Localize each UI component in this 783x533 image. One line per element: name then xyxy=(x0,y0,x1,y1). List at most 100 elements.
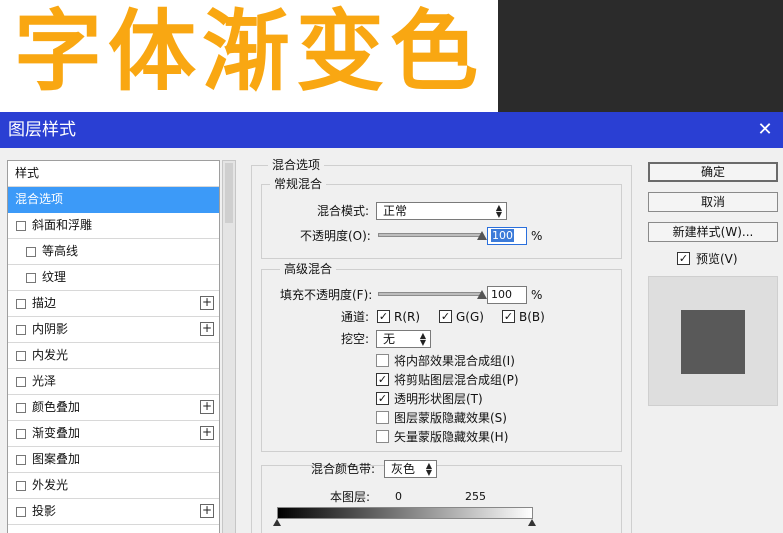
style-list-item[interactable]: 投影 + xyxy=(8,499,219,525)
advanced-option-label: 矢量蒙版隐藏效果(H) xyxy=(394,430,509,444)
preview-label: 预览(V) xyxy=(696,252,738,266)
style-list-checkbox[interactable] xyxy=(16,403,26,413)
add-effect-icon[interactable]: + xyxy=(200,296,214,310)
general-blending-label: 常规混合 xyxy=(270,176,327,192)
style-list-item[interactable]: 样式 xyxy=(8,161,219,187)
fill-opacity-input[interactable]: 100 xyxy=(487,286,527,304)
channel-g-label: G(G) xyxy=(456,310,484,324)
dialog-titlebar[interactable]: 图层样式 ✕ xyxy=(0,112,783,148)
advanced-option-label: 图层蒙版隐藏效果(S) xyxy=(394,411,507,425)
fill-opacity-value: 100 xyxy=(491,288,512,301)
advanced-option-label: 透明形状图层(T) xyxy=(394,392,483,406)
this-layer-gradient-bar xyxy=(277,507,533,519)
add-effect-icon[interactable]: + xyxy=(200,400,214,414)
style-list-checkbox[interactable] xyxy=(16,351,26,361)
style-list-label: 纹理 xyxy=(42,270,67,284)
preview-swatch xyxy=(681,310,745,374)
style-list-item[interactable]: 图案叠加 xyxy=(8,447,219,473)
channels-label: 通道: xyxy=(341,310,370,324)
white-point-slider[interactable] xyxy=(528,519,536,526)
advanced-option-label: 将剪贴图层混合成组(P) xyxy=(394,373,519,387)
style-list-label: 投影 xyxy=(32,504,57,518)
style-list-label: 斜面和浮雕 xyxy=(32,218,93,232)
style-list-item[interactable]: 颜色叠加 + xyxy=(8,395,219,421)
style-list: 样式混合选项斜面和浮雕等高线纹理描边 + 内阴影 + 内发光光泽颜色叠加 + 渐变叠加 + 图案… xyxy=(7,160,220,533)
style-list-label: 等高线 xyxy=(42,244,79,258)
advanced-option-checkbox[interactable] xyxy=(376,411,389,424)
advanced-blending-label: 高级混合 xyxy=(280,261,337,277)
style-list-item[interactable]: 斜面和浮雕 xyxy=(8,213,219,239)
advanced-option-checkbox[interactable]: ✓ xyxy=(376,373,389,386)
select-arrows-icon: ▲ ▼ xyxy=(425,461,432,477)
channel-g-checkbox[interactable]: ✓ xyxy=(439,310,452,323)
canvas-area: 字体渐变色 xyxy=(0,0,783,112)
style-list-item[interactable]: 内阴影 + xyxy=(8,317,219,343)
advanced-option-checkbox[interactable] xyxy=(376,430,389,443)
style-list-item[interactable]: 混合选项 xyxy=(8,187,219,213)
channel-b-checkbox[interactable]: ✓ xyxy=(502,310,515,323)
style-list-checkbox[interactable] xyxy=(16,429,26,439)
knockout-value: 无 xyxy=(383,332,396,346)
style-preview xyxy=(648,276,778,406)
style-list-item[interactable]: 光泽 xyxy=(8,369,219,395)
style-list-label: 图案叠加 xyxy=(32,452,81,466)
style-list-checkbox[interactable] xyxy=(16,481,26,491)
fill-opacity-slider-thumb[interactable] xyxy=(477,290,487,299)
add-effect-icon[interactable]: + xyxy=(200,426,214,440)
fill-opacity-slider[interactable] xyxy=(378,292,482,296)
blend-if-select[interactable]: 灰色 ▲ ▼ xyxy=(384,460,437,478)
style-list-label: 描边 xyxy=(32,296,57,310)
style-list-checkbox[interactable] xyxy=(26,247,36,257)
blend-mode-select[interactable]: 正常 ▲ ▼ xyxy=(376,202,507,220)
ok-button[interactable]: 确定 xyxy=(648,162,778,182)
style-list-checkbox[interactable] xyxy=(26,273,36,283)
style-list-checkbox[interactable] xyxy=(16,299,26,309)
opacity-slider[interactable] xyxy=(378,233,482,237)
style-list-checkbox[interactable] xyxy=(16,455,26,465)
this-layer-low-value: 0 xyxy=(395,490,402,503)
style-list-checkbox[interactable] xyxy=(16,377,26,387)
advanced-option-checkbox[interactable] xyxy=(376,354,389,367)
general-blending-group: 常规混合 xyxy=(261,176,622,259)
style-list-checkbox[interactable] xyxy=(16,221,26,231)
new-style-button[interactable]: 新建样式(W)... xyxy=(648,222,778,242)
layer-style-dialog: 图层样式 ✕ 样式混合选项斜面和浮雕等高线纹理描边 + 内阴影 + 内发光光泽颜色叠加 +… xyxy=(0,112,783,533)
style-list-item[interactable]: 渐变叠加 + xyxy=(8,421,219,447)
blend-if-label: 混合颜色带: xyxy=(311,462,376,476)
style-list-item[interactable]: 内发光 xyxy=(8,343,219,369)
style-list-label: 渐变叠加 xyxy=(32,426,81,440)
channel-r-checkbox[interactable]: ✓ xyxy=(377,310,390,323)
advanced-option-checkbox[interactable]: ✓ xyxy=(376,392,389,405)
knockout-select[interactable]: 无 ▲ ▼ xyxy=(376,330,431,348)
style-list-label: 样式 xyxy=(15,166,40,180)
add-effect-icon[interactable]: + xyxy=(200,504,214,518)
knockout-label: 挖空: xyxy=(341,332,370,346)
opacity-slider-thumb[interactable] xyxy=(477,231,487,240)
style-list-label: 颜色叠加 xyxy=(32,400,81,414)
style-list-scrollbar[interactable] xyxy=(222,160,236,533)
this-layer-high-value: 255 xyxy=(465,490,486,503)
banner-text: 字体渐变色 xyxy=(14,0,485,103)
preview-checkbox[interactable]: ✓ xyxy=(677,252,690,265)
style-list-label: 光泽 xyxy=(32,374,57,388)
style-list-item[interactable]: 外发光 xyxy=(8,473,219,499)
opacity-input[interactable]: 100 xyxy=(487,227,527,245)
cancel-button[interactable]: 取消 xyxy=(648,192,778,212)
close-icon[interactable]: ✕ xyxy=(753,118,777,142)
opacity-label: 不透明度(O): xyxy=(300,229,371,243)
style-list-label: 内阴影 xyxy=(32,322,69,336)
scrollbar-thumb[interactable] xyxy=(225,163,233,223)
select-arrows-icon: ▲ ▼ xyxy=(419,331,426,347)
channel-r-label: R(R) xyxy=(394,310,421,324)
black-point-slider[interactable] xyxy=(273,519,281,526)
style-list-item[interactable]: 等高线 xyxy=(8,239,219,265)
blend-mode-label: 混合模式: xyxy=(317,204,370,218)
this-layer-label: 本图层: xyxy=(330,490,371,504)
style-list-checkbox[interactable] xyxy=(16,507,26,517)
style-list-item[interactable]: 描边 + xyxy=(8,291,219,317)
blend-if-value: 灰色 xyxy=(391,462,416,476)
advanced-option-label: 将内部效果混合成组(I) xyxy=(394,354,515,368)
style-list-item[interactable]: 纹理 xyxy=(8,265,219,291)
add-effect-icon[interactable]: + xyxy=(200,322,214,336)
style-list-checkbox[interactable] xyxy=(16,325,26,335)
